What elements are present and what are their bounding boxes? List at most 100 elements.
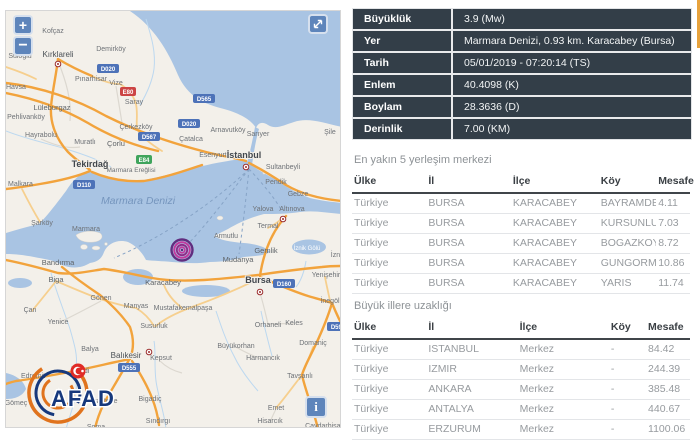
map-label: Mudanya <box>223 255 255 264</box>
major-cities-section: Büyük illere uzaklığı Ülke İl İlçe Köy M… <box>352 300 690 440</box>
map-label: Marmara Ereğlisi <box>106 167 155 174</box>
fullscreen-icon <box>312 18 324 30</box>
map-label: Çorlu <box>107 139 125 148</box>
section-title: Büyük illere uzaklığı <box>354 300 690 312</box>
map-label: Vize <box>109 80 123 87</box>
column-header: Ülke <box>352 318 426 339</box>
map-label: Arnavutköy <box>210 127 246 134</box>
map-label: Gemlik <box>254 246 278 255</box>
table-row: TürkiyeBURSAKARACABEYGUNGORMEZ10.86 <box>352 254 690 274</box>
info-button[interactable]: i <box>305 396 327 418</box>
zoom-out-button[interactable]: − <box>13 36 33 56</box>
map-label: Bursa <box>245 275 272 285</box>
road-badge: D160 <box>273 279 295 288</box>
map-label: İnegöl <box>320 296 340 305</box>
table-row: TürkiyeBURSAKARACABEYKURSUNLU7.03 <box>352 214 690 234</box>
detail-row: Derinlik 7.00 (KM) <box>353 119 691 139</box>
table-row: TürkiyeERZURUMMerkez-1100.06 <box>352 420 690 440</box>
road-badge: D567 <box>138 132 160 141</box>
turkish-flag-icon <box>71 364 86 379</box>
road-badge: D565 <box>193 94 215 103</box>
map-label: Soma <box>87 424 105 428</box>
map-label: Çatalca <box>179 136 203 143</box>
svg-text:E80: E80 <box>123 90 134 96</box>
map-label: Demirköy <box>96 46 126 53</box>
detail-row: Tarih 05/01/2019 - 07:20:14 (TS) <box>353 53 691 73</box>
map-label: Şarköy <box>31 220 53 227</box>
city-marker <box>146 349 152 355</box>
map-label: Marmara <box>72 226 100 233</box>
map-label: Malkara <box>8 181 33 188</box>
detail-row: Boylam 28.3636 (D) <box>353 97 691 117</box>
map-label: Karacabey <box>145 278 181 287</box>
column-header: Köy <box>599 172 656 193</box>
map-label: Tavşanlı <box>287 373 313 380</box>
svg-text:D595: D595 <box>331 325 341 331</box>
city-marker <box>243 164 249 170</box>
table-row: TürkiyeBURSAKARACABEYYARIS11.74 <box>352 274 690 294</box>
map-label: Hisarcık <box>257 418 283 425</box>
map-label: Çavdarhisar <box>305 423 341 428</box>
map-label: Domaniç <box>299 340 327 347</box>
table-row: TürkiyeIZMIRMerkez-244.39 <box>352 360 690 380</box>
section-title: En yakın 5 yerleşim merkezi <box>354 154 690 166</box>
column-header: İlçe <box>511 172 599 193</box>
svg-text:D110: D110 <box>77 183 92 189</box>
column-header: İl <box>426 172 511 193</box>
map-label: Susurluk <box>140 323 168 330</box>
map-panel[interactable]: D020 E80 D565 D567 E84 D110 D020 D160 D5… <box>5 10 341 428</box>
map-label: Altınova <box>279 206 304 213</box>
zoom-in-button[interactable]: + <box>13 15 33 35</box>
detail-value: 3.9 (Mw) <box>453 9 691 29</box>
road-badge: D110 <box>73 180 95 189</box>
lake-label: İznik Gölü <box>294 245 321 252</box>
table-header-row: Ülke İl İlçe Köy Mesafe <box>352 172 690 193</box>
detail-label: Tarih <box>353 53 453 73</box>
city-marker <box>257 289 263 295</box>
column-header: Köy <box>609 318 646 339</box>
map-label: İznik <box>331 250 341 259</box>
column-header: İl <box>426 318 517 339</box>
map-label: Gönen <box>90 295 111 302</box>
nearest-settlements-section: En yakın 5 yerleşim merkezi Ülke İl İlçe… <box>352 154 690 294</box>
column-header: İlçe <box>518 318 609 339</box>
city-marker <box>280 216 286 222</box>
column-header: Ülke <box>352 172 426 193</box>
svg-text:D555: D555 <box>122 366 137 372</box>
map-label: Sultanbeyli <box>266 164 301 171</box>
map-label: Mustafakemalpaşa <box>154 305 213 312</box>
detail-row: Enlem 40.4098 (K) <box>353 75 691 95</box>
table-row: TürkiyeANKARAMerkez-385.48 <box>352 380 690 400</box>
map-label: Bandırma <box>42 258 75 267</box>
table-row: TürkiyeANTALYAMerkez-440.67 <box>352 400 690 420</box>
map[interactable]: D020 E80 D565 D567 E84 D110 D020 D160 D5… <box>6 11 341 428</box>
epicenter-marker[interactable] <box>172 240 193 261</box>
detail-label: Boylam <box>353 97 453 117</box>
map-label: Balya <box>81 346 99 353</box>
map-label: Balıkesir <box>111 351 142 360</box>
detail-value: 40.4098 (K) <box>453 75 691 95</box>
detail-value: 28.3636 (D) <box>453 97 691 117</box>
map-label: Kepsut <box>150 355 172 362</box>
road-badge: E80 <box>120 87 136 96</box>
map-label: Sarıyer <box>247 131 270 138</box>
sea-label: Marmara Denizi <box>101 195 176 207</box>
fullscreen-button[interactable] <box>308 14 328 34</box>
detail-value: 7.00 (KM) <box>453 119 691 139</box>
map-label: Gebze <box>288 191 309 198</box>
map-label: Çerkezköy <box>119 124 153 131</box>
map-label: Lüleburgaz <box>33 103 70 112</box>
city-marker <box>55 61 61 67</box>
major-cities-table: Ülke İl İlçe Köy Mesafe TürkiyeISTANBULM… <box>352 318 690 440</box>
afad-logo-text: AFAD <box>51 386 115 411</box>
map-label: Gömeç <box>6 400 28 407</box>
map-label: Büyükorhan <box>217 343 254 350</box>
map-label: Şile <box>324 129 336 136</box>
map-label: Çan <box>24 307 37 314</box>
map-label: Biga <box>48 275 64 284</box>
svg-text:D020: D020 <box>182 122 197 128</box>
map-label: Keles <box>285 320 303 327</box>
detail-label: Yer <box>353 31 453 51</box>
map-label: İstanbul <box>227 150 262 160</box>
map-label: Kırklareli <box>42 50 73 59</box>
